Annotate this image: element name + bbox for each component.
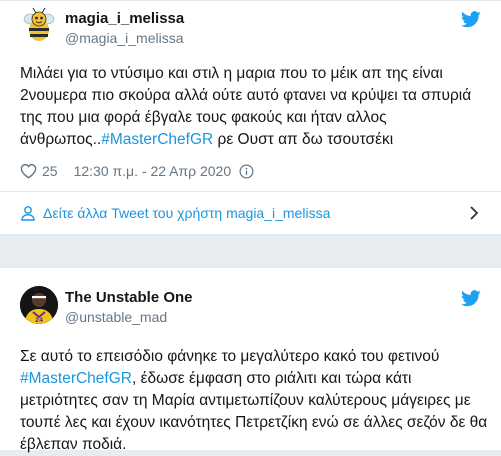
author-name[interactable]: magia_i_melissa — [65, 10, 184, 27]
tweet-card-2[interactable]: 24 The Unstable One @unstable_mad Σε αυτ… — [0, 267, 501, 453]
player-avatar-icon: 24 — [20, 286, 58, 324]
user-icon — [21, 205, 35, 221]
hashtag-link[interactable]: #MasterChefGR — [101, 131, 213, 148]
tweet-text: Σε αυτό το επεισόδιο φάνηκε το μεγαλύτερ… — [20, 346, 488, 456]
tweet-text-part: Σε αυτό το επεισόδιο φάνηκε το μεγαλύτερ… — [20, 348, 440, 365]
tweet-text: Μιλάει για το ντύσιμο και στιλ η μαρια π… — [20, 63, 488, 151]
bee-avatar-icon — [23, 7, 55, 41]
twitter-bird-icon[interactable] — [461, 11, 481, 28]
tweet-meta: 25 12:30 π.μ. - 22 Απρ 2020 — [20, 161, 254, 181]
timestamp[interactable]: 12:30 π.μ. - 22 Απρ 2020 — [74, 163, 232, 179]
heart-icon[interactable] — [20, 163, 37, 179]
svg-text:24: 24 — [35, 317, 43, 324]
chevron-right-icon[interactable] — [469, 205, 479, 221]
author-name[interactable]: The Unstable One — [65, 289, 193, 306]
avatar-bee[interactable] — [20, 6, 58, 44]
info-icon[interactable] — [239, 164, 254, 179]
tweet-text-part: ρε Ουστ απ δω τσουτσέκι — [213, 131, 394, 148]
author-handle[interactable]: @magia_i_melissa — [65, 30, 183, 46]
avatar-player[interactable]: 24 — [20, 286, 58, 324]
more-tweets-link[interactable]: Δείτε άλλα Tweet του χρήστη magia_i_meli… — [0, 192, 501, 233]
like-count[interactable]: 25 — [42, 163, 58, 179]
tweet-card-1[interactable]: magia_i_melissa @magia_i_melissa Μιλάει … — [0, 0, 501, 235]
author-handle[interactable]: @unstable_mad — [65, 309, 167, 325]
more-tweets-label[interactable]: Δείτε άλλα Tweet του χρήστη magia_i_meli… — [43, 205, 330, 221]
twitter-bird-icon[interactable] — [461, 290, 481, 307]
hashtag-link[interactable]: #MasterChefGR — [20, 370, 132, 387]
